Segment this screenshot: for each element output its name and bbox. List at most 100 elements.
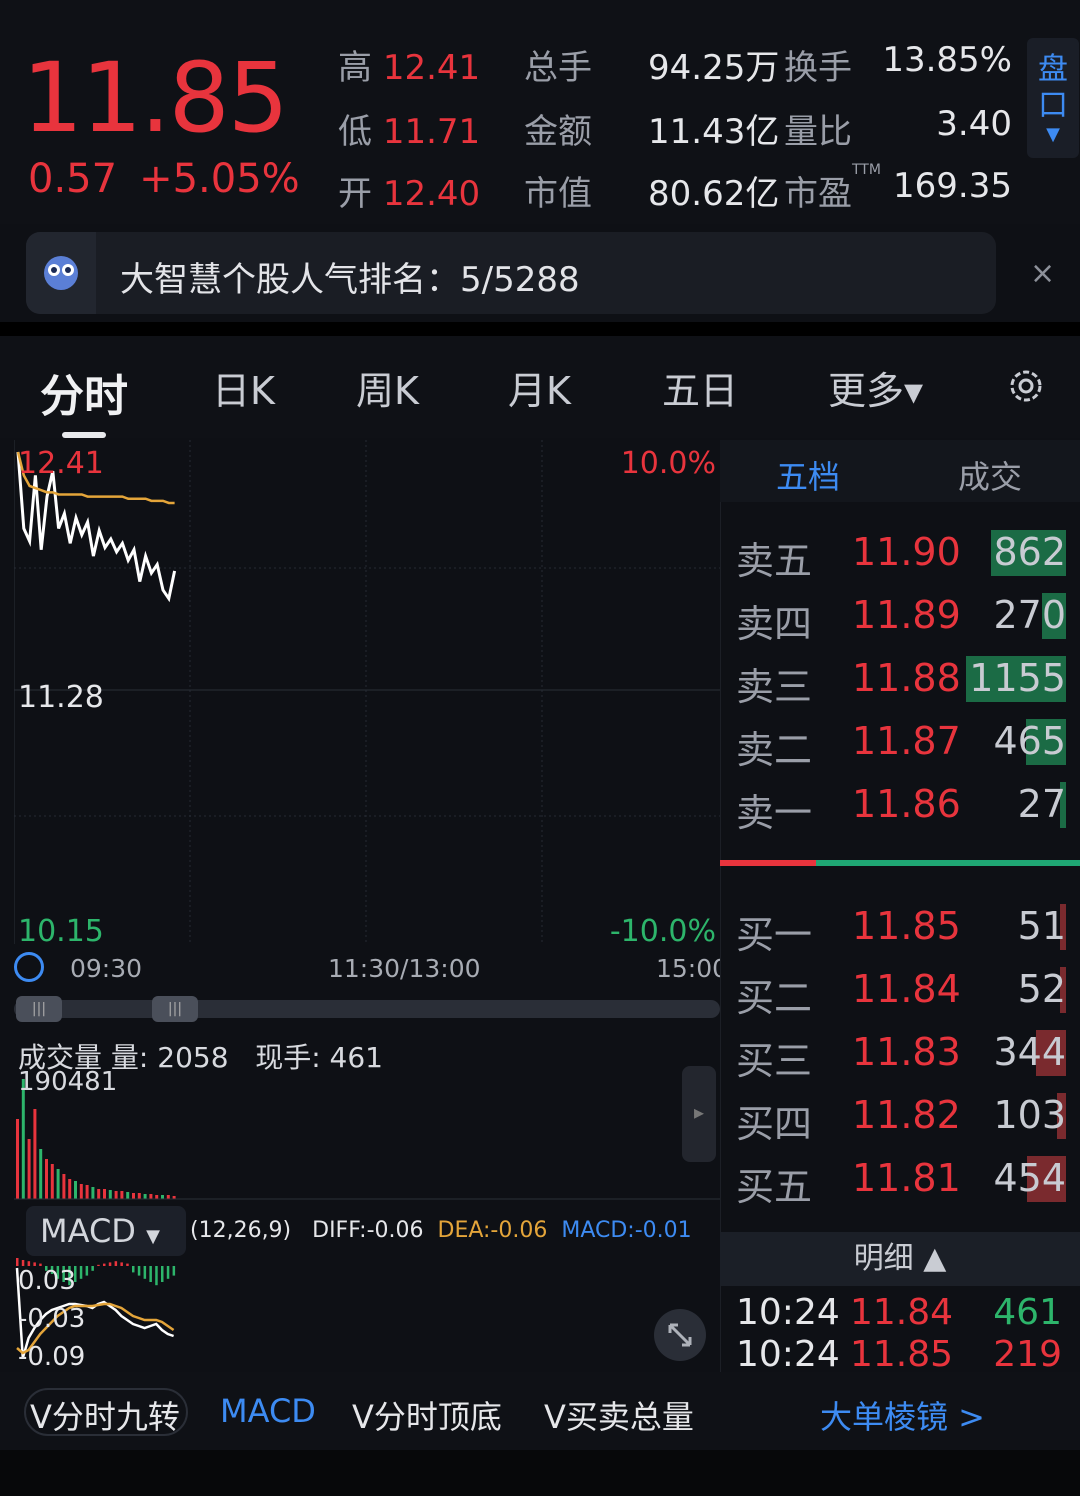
- popularity-rank-text: 大智慧个股人气排名：5/5288: [120, 260, 580, 300]
- macd-bar: [126, 1263, 129, 1266]
- volume-bar: [68, 1179, 72, 1199]
- volume-bar: [62, 1174, 66, 1199]
- vol-ratio-value: 3.40: [936, 104, 1012, 144]
- trade-price: 11.85: [850, 1334, 954, 1375]
- mcap-value: 80.62亿: [648, 174, 780, 214]
- macd-bar: [137, 1266, 141, 1276]
- macd-diff: DIFF:-0.06: [312, 1218, 424, 1243]
- order-level-label: 卖三: [736, 665, 813, 709]
- volume-max-label: 190481: [18, 1067, 118, 1097]
- order-level-price[interactable]: 11.87: [852, 719, 961, 763]
- divider: [0, 322, 1080, 336]
- macd-bar: [114, 1261, 118, 1266]
- chevron-down-icon: ▼: [1046, 124, 1060, 145]
- indicator-selector[interactable]: MACD ▼: [26, 1206, 186, 1256]
- trade-volume: 461: [993, 1292, 1062, 1333]
- order-level-price[interactable]: 11.90: [852, 530, 961, 574]
- buy-sell-total-button[interactable]: V买卖总量: [544, 1392, 694, 1438]
- order-level-label: 买五: [736, 1165, 813, 1209]
- turnover-value: 13.85%: [882, 40, 1012, 80]
- macd-bar: [161, 1266, 164, 1282]
- indicator-selector-label: MACD: [40, 1212, 136, 1250]
- top-bottom-button[interactable]: V分时顶底: [352, 1392, 502, 1438]
- volume-bar: [74, 1181, 77, 1199]
- tab-daily-k[interactable]: 日K: [212, 360, 275, 415]
- low-label: 低: [338, 112, 372, 152]
- chevron-down-icon: ▼: [146, 1226, 160, 1247]
- low-row: 低 11.71: [338, 104, 480, 153]
- mcap-label: 市值: [524, 174, 592, 214]
- order-level-volume: 270: [993, 593, 1066, 637]
- order-level-volume: 344: [993, 1030, 1066, 1074]
- macd-y-mid: -0.03: [18, 1304, 86, 1334]
- macd-bar: [120, 1262, 123, 1266]
- tab-more[interactable]: 更多▾: [828, 360, 923, 415]
- volume-bar: [21, 1079, 25, 1199]
- amount-value: 11.43亿: [648, 112, 780, 152]
- expand-icon[interactable]: [654, 1309, 706, 1361]
- volume-bar: [45, 1159, 48, 1199]
- chart-scrollbar[interactable]: [14, 1000, 720, 1018]
- tab-intraday[interactable]: 分时: [40, 360, 128, 424]
- price-change: 0.57 +5.05%: [28, 156, 322, 202]
- change-value: 0.57: [28, 156, 118, 202]
- macd-bar: [79, 1266, 83, 1279]
- close-icon[interactable]: ×: [1030, 256, 1055, 291]
- order-level-price[interactable]: 11.89: [852, 593, 961, 637]
- macd-params: (12,26,9): [190, 1218, 292, 1243]
- volume-bar: [155, 1195, 159, 1199]
- order-level-price[interactable]: 11.82: [852, 1093, 961, 1137]
- macd-y-bot: -0.09: [18, 1342, 86, 1372]
- tab-trades[interactable]: 成交: [958, 452, 1022, 498]
- pankou-toggle-button[interactable]: 盘口 ▼: [1027, 38, 1079, 158]
- tab-monthly-k[interactable]: 月K: [508, 360, 571, 415]
- tab-five-day[interactable]: 五日: [662, 360, 738, 415]
- high-value: 12.41: [382, 48, 481, 88]
- scroll-handle-left[interactable]: |||: [16, 996, 62, 1022]
- large-order-prism-link[interactable]: 大单棱镜 >: [820, 1392, 985, 1438]
- chart-pct-bottom: -10.0%: [609, 914, 716, 949]
- macd-button[interactable]: MACD: [220, 1392, 316, 1430]
- volume-bar: [79, 1184, 83, 1199]
- time-mid: 11:30/13:00: [328, 954, 481, 983]
- crosshair-toggle-icon[interactable]: [14, 952, 44, 982]
- intraday-chart[interactable]: [14, 440, 720, 944]
- order-level-volume: 52: [1017, 967, 1066, 1011]
- order-level-price[interactable]: 11.83: [852, 1030, 961, 1074]
- volume-bar: [91, 1187, 95, 1199]
- volume-bar: [126, 1192, 130, 1199]
- volume-bar: [50, 1164, 54, 1199]
- total-hands-label: 总手: [524, 48, 592, 88]
- order-level-volume: 454: [993, 1156, 1066, 1200]
- tab-weekly-k[interactable]: 周K: [356, 360, 419, 415]
- chart-low-label: 10.15: [18, 914, 104, 949]
- scroll-handle-right[interactable]: |||: [152, 996, 198, 1022]
- macd-bar: [103, 1263, 106, 1266]
- order-level-label: 买一: [736, 913, 813, 957]
- order-level-price[interactable]: 11.86: [852, 782, 961, 826]
- chart-pct-top: 10.0%: [620, 446, 716, 481]
- tab-five-levels[interactable]: 五档: [776, 452, 840, 498]
- order-level-price[interactable]: 11.85: [852, 904, 961, 948]
- order-level-price[interactable]: 11.84: [852, 967, 961, 1011]
- open-label: 开: [338, 174, 372, 214]
- open-row: 开 12.40: [338, 166, 480, 215]
- order-level-price[interactable]: 11.81: [852, 1156, 961, 1200]
- change-percent: +5.05%: [139, 156, 300, 202]
- trade-volume: 219: [993, 1334, 1062, 1375]
- order-level-price[interactable]: 11.88: [852, 656, 961, 700]
- collapse-panel-button[interactable]: ▸: [682, 1066, 716, 1162]
- order-level-volume: 27: [1017, 782, 1066, 826]
- last-price: 11.85: [22, 42, 289, 154]
- trade-time: 10:24: [736, 1292, 840, 1333]
- pe-value: 169.35: [893, 166, 1012, 206]
- volume-bar: [108, 1190, 112, 1199]
- macd-hist: MACD:-0.01: [561, 1218, 692, 1243]
- nine-turn-button[interactable]: V分时九转: [30, 1392, 180, 1438]
- order-level-label: 买三: [736, 1039, 813, 1083]
- pankou-label-1: 盘: [1038, 52, 1068, 87]
- macd-bar: [132, 1266, 135, 1273]
- volume-bar: [114, 1191, 118, 1199]
- detail-toggle[interactable]: 明细 ▲: [720, 1232, 1080, 1286]
- gear-icon[interactable]: [1004, 364, 1048, 408]
